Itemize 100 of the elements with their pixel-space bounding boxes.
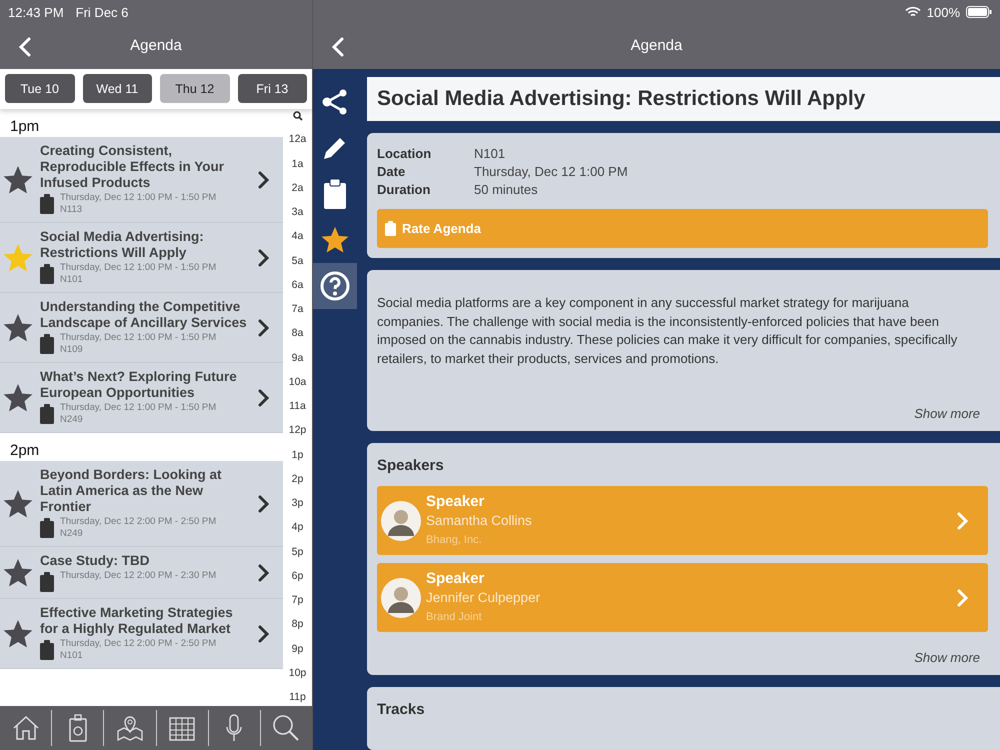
back-icon[interactable] xyxy=(18,37,32,57)
session-time: Thursday, Dec 12 1:00 PM - 1:50 PM xyxy=(60,192,216,204)
hour-index-label[interactable]: 6p xyxy=(292,570,304,582)
star-icon[interactable] xyxy=(2,488,34,520)
wifi-icon xyxy=(904,6,921,18)
hour-index-label[interactable]: 9a xyxy=(292,352,304,364)
session-time: Thursday, Dec 12 1:00 PM - 1:50 PM xyxy=(60,262,216,274)
hour-index-label[interactable]: 3p xyxy=(292,497,304,509)
hour-index-label[interactable]: 6a xyxy=(292,278,304,291)
show-more-link[interactable]: Show more xyxy=(914,650,980,665)
hour-index-label[interactable]: 2a xyxy=(292,182,304,194)
field-label: Date xyxy=(377,163,406,181)
session-room: N101 xyxy=(60,274,84,286)
chevron-icon xyxy=(257,318,269,336)
speaker-company: Brand Joint xyxy=(426,610,483,625)
star-icon[interactable] xyxy=(2,618,34,650)
battery-percent: 100% xyxy=(926,4,960,20)
hour-index-label[interactable]: 1a xyxy=(292,158,304,170)
session-title: Effective Marketing Strategies for a Highly Regulated Market xyxy=(40,605,234,637)
hour-index-label[interactable]: 3a xyxy=(292,206,304,218)
hour-index-label[interactable]: 10a xyxy=(288,376,306,388)
session-item[interactable]: Effective Marketing Strategies for a Highly Regulated Market Thursday, Dec 12 2:00 PM - 2:50 PM N101 xyxy=(0,599,283,669)
field-label: Duration xyxy=(377,181,432,199)
calendar-icon[interactable] xyxy=(168,715,196,741)
clipboard-icon xyxy=(385,221,396,236)
show-more-link[interactable]: Show more xyxy=(914,406,980,421)
day-tab[interactable]: Wed 11 xyxy=(82,74,152,103)
session-title: Social Media Advertising: Restrictions Will Apply xyxy=(40,229,205,261)
home-icon[interactable] xyxy=(12,715,40,741)
field-value: Thursday, Dec 12 1:00 PM xyxy=(474,163,629,181)
hour-index-label[interactable]: 5a xyxy=(292,254,304,266)
day-tab[interactable]: Fri 13 xyxy=(238,74,307,103)
hour-index-label[interactable]: 11p xyxy=(289,691,306,703)
speaker-role: Speaker xyxy=(426,492,486,511)
pencil-icon[interactable] xyxy=(322,135,348,161)
hour-index-label[interactable]: 10p xyxy=(288,666,306,679)
field-label: Location xyxy=(377,145,432,163)
speaker-role: Speaker xyxy=(426,569,486,588)
hour-index-label[interactable]: 8a xyxy=(292,327,304,340)
star-icon[interactable] xyxy=(2,242,34,274)
speaker-company: Bhang, Inc. xyxy=(426,533,483,548)
clipboard-icon xyxy=(40,264,54,284)
session-time: Thursday, Dec 12 1:00 PM - 1:50 PM xyxy=(60,402,216,414)
help-icon[interactable] xyxy=(320,271,350,301)
field-value: N101 xyxy=(474,145,506,163)
hour-index-label[interactable]: 7a xyxy=(292,303,304,315)
star-icon[interactable] xyxy=(2,164,34,196)
chevron-icon xyxy=(956,512,968,530)
day-tab[interactable]: Tue 10 xyxy=(5,74,74,103)
avatar xyxy=(381,500,421,540)
microphone-icon[interactable] xyxy=(225,714,244,742)
session-item[interactable]: Beyond Borders: Looking at Latin America as the New Frontier Thursday, Dec 12 2:00 PM - 2:50 PM N249 xyxy=(0,461,283,547)
section-heading: Tracks xyxy=(377,701,426,718)
chevron-icon xyxy=(956,588,968,606)
session-time: Thursday, Dec 12 2:00 PM - 2:50 PM xyxy=(60,516,216,528)
session-item[interactable]: Understanding the Competitive Landscape of Ancillary Services Thursday, Dec 12 1:00 PM - 1:50 PM N109 xyxy=(0,293,283,363)
session-title: Understanding the Competitive Landscape of Ancillary Services xyxy=(40,299,248,331)
session-title: What’s Next? Exploring Future European Opportunities xyxy=(40,369,238,401)
map-pin-icon[interactable] xyxy=(116,715,144,741)
session-item[interactable]: Social Media Advertising: Restrictions Will Apply Thursday, Dec 12 1:00 PM - 1:50 PM N101 xyxy=(0,223,283,293)
session-item[interactable]: Case Study: TBD Thursday, Dec 12 2:00 PM - 2:30 PM xyxy=(0,547,283,599)
status-time: 12:43 PM xyxy=(8,4,64,20)
hour-index-label[interactable]: 2p xyxy=(292,472,304,485)
session-item[interactable]: What’s Next? Exploring Future European Opportunities Thursday, Dec 12 1:00 PM - 1:50 PM N249 xyxy=(0,363,283,433)
status-date: Fri Dec 6 xyxy=(76,4,128,20)
star-icon[interactable] xyxy=(2,556,34,588)
speaker-name: Jennifer Culpepper xyxy=(426,589,542,607)
session-item[interactable]: Creating Consistent, Reproducible Effects in Your Infused Products Thursday, Dec 12 1:00 PM - 1:50 PM N113 xyxy=(0,137,283,223)
hour-index-label[interactable]: 8p xyxy=(292,618,304,630)
session-title: Case Study: TBD xyxy=(40,553,151,569)
search-icon[interactable] xyxy=(292,111,302,121)
badge-icon[interactable] xyxy=(68,714,88,742)
star-icon[interactable] xyxy=(320,225,350,255)
hour-index-label[interactable]: 11a xyxy=(289,400,306,412)
clipboard-icon xyxy=(40,640,54,660)
clipboard-icon[interactable] xyxy=(324,179,346,209)
session-room: N101 xyxy=(60,650,84,662)
hour-index-label[interactable]: 1p xyxy=(292,448,304,460)
chevron-icon xyxy=(257,388,269,406)
hour-index-label[interactable]: 12p xyxy=(288,424,306,436)
star-icon[interactable] xyxy=(2,382,34,414)
clipboard-icon xyxy=(40,194,54,214)
description-text: Social media platforms are a key component in any successful market strategy for marijuana companies. The challenge with social media is the inconsistently-enforced policies that have been imposed on the cannabis industry. These policies can make it very difficult for companies, specifically retailers, to market their products, services and promotions. xyxy=(377,294,958,368)
hour-index-label[interactable]: 9p xyxy=(292,642,304,654)
hour-index-label[interactable]: 4p xyxy=(292,521,304,534)
session-room: N249 xyxy=(60,528,84,540)
hour-index-label[interactable]: 12a xyxy=(288,133,306,146)
session-time: Thursday, Dec 12 2:00 PM - 2:50 PM xyxy=(60,638,216,650)
back-icon[interactable] xyxy=(331,37,345,57)
nav-title: Agenda xyxy=(630,37,682,54)
share-icon[interactable] xyxy=(321,88,349,116)
section-header: 1pm xyxy=(9,117,40,137)
session-room: N249 xyxy=(60,414,84,426)
hour-index-label[interactable]: 5p xyxy=(292,546,304,558)
hour-index-label[interactable]: 7p xyxy=(292,594,304,606)
star-icon[interactable] xyxy=(2,312,34,344)
chevron-icon xyxy=(257,494,269,512)
day-tab[interactable]: Thu 12 xyxy=(160,74,230,103)
hour-index-label[interactable]: 4a xyxy=(292,230,304,242)
chevron-icon xyxy=(257,624,269,642)
